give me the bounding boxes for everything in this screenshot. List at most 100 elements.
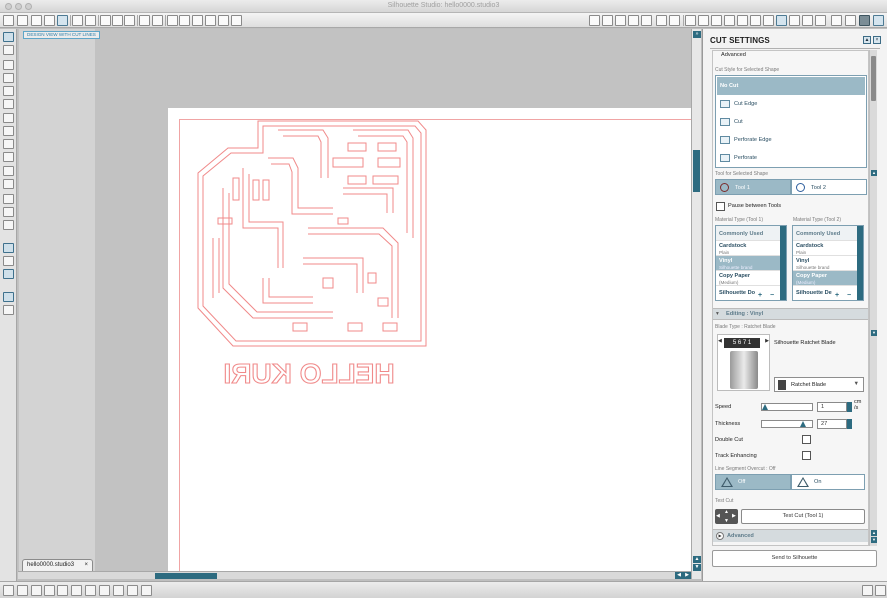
close-tab-icon[interactable]: × xyxy=(84,560,88,571)
speed-slider[interactable] xyxy=(761,403,813,411)
rectangle-tool-icon[interactable] xyxy=(3,73,14,83)
speed-stepper[interactable] xyxy=(847,402,852,412)
double-cut-checkbox[interactable] xyxy=(802,435,811,444)
thickness-slider[interactable] xyxy=(761,420,813,428)
material-list-tool1[interactable]: Commonly Used Cardstock Plain Vinyl Silhou… xyxy=(715,225,787,301)
panel-scroll-up-bottom-icon[interactable]: ▲ xyxy=(871,530,877,536)
sketch-view-icon[interactable] xyxy=(3,256,14,266)
editing-collapse-icon[interactable]: ▾ xyxy=(716,311,719,317)
scroll-up-icon[interactable]: ▲ xyxy=(693,556,701,563)
thickness-stepper[interactable] xyxy=(847,419,852,429)
panel-close-icon[interactable]: × xyxy=(873,36,881,44)
duplicate-icon[interactable] xyxy=(31,585,42,596)
grid-icon[interactable] xyxy=(802,15,813,26)
pause-between-tools-checkbox[interactable] xyxy=(716,202,725,211)
canvas-area[interactable]: DESIGN VIEW WITH CUT LINES HELLO KURI xyxy=(18,29,691,571)
fill-pattern-icon[interactable] xyxy=(615,15,626,26)
dial-right-icon[interactable]: ▶ xyxy=(765,338,769,344)
test-cut-move-pad[interactable]: ▲ ▼ ◀ ▶ xyxy=(715,509,738,524)
collapse-panel-icon[interactable]: » xyxy=(693,31,701,38)
knife-tool-icon[interactable] xyxy=(3,220,14,230)
send-backward-icon[interactable] xyxy=(127,585,138,596)
edit-points-icon[interactable] xyxy=(3,45,14,55)
test-cut-button[interactable]: Test Cut (Tool 1) xyxy=(741,509,865,524)
page-view-icon[interactable] xyxy=(3,292,14,302)
line-color-icon[interactable] xyxy=(628,15,639,26)
remove-material-icon[interactable]: − xyxy=(847,292,851,299)
pcb-design[interactable]: HELLO KURI xyxy=(183,118,433,388)
delete-icon[interactable] xyxy=(44,585,55,596)
cut-icon[interactable] xyxy=(100,15,111,26)
send-to-cutter-icon[interactable] xyxy=(859,15,870,26)
trace-icon[interactable] xyxy=(737,15,748,26)
fill-color-icon[interactable] xyxy=(589,15,600,26)
scroll-right-icon[interactable]: ▶ xyxy=(683,572,691,579)
panel-scroll-up-icon[interactable]: ▲ xyxy=(871,170,877,176)
track-enhancing-checkbox[interactable] xyxy=(802,451,811,460)
editing-bar[interactable]: ▾ Editing : Vinyl xyxy=(713,308,868,320)
polygon-tool-icon[interactable] xyxy=(3,113,14,123)
layers-icon[interactable] xyxy=(815,15,826,26)
nest-icon[interactable] xyxy=(763,15,774,26)
zoom-out-icon[interactable] xyxy=(192,15,203,26)
rounded-rectangle-icon[interactable] xyxy=(3,86,14,96)
overcut-off-button[interactable]: Off xyxy=(715,474,791,490)
panel-scroll-down-bottom-icon[interactable]: ▼ xyxy=(871,537,877,543)
tool2-button[interactable]: Tool 2 xyxy=(791,179,867,195)
drag-zoom-icon[interactable] xyxy=(218,15,229,26)
speed-input[interactable]: 1 xyxy=(817,402,847,412)
material-item-selected[interactable]: Copy Paper (Medium) xyxy=(793,271,859,286)
send-to-silhouette-button[interactable]: Send to Silhouette xyxy=(712,550,877,567)
select-all-icon[interactable] xyxy=(3,585,14,596)
material-item[interactable]: Vinyl Silhouette brand xyxy=(793,256,859,271)
curve-tool-icon[interactable] xyxy=(3,126,14,136)
material-item[interactable]: Cardstock Plain xyxy=(716,241,782,256)
material-list-tool2[interactable]: Commonly Used Cardstock Plain Vinyl Silhou… xyxy=(792,225,864,301)
align-icon[interactable] xyxy=(750,15,761,26)
horizontal-scroll-thumb[interactable] xyxy=(155,573,217,579)
material-item[interactable]: Cardstock Plain xyxy=(793,241,859,256)
library-panel-icon[interactable] xyxy=(831,15,842,26)
text-style-icon[interactable] xyxy=(669,15,680,26)
deselect-icon[interactable] xyxy=(17,585,28,596)
help-icon[interactable] xyxy=(875,585,886,596)
gradient-icon[interactable] xyxy=(602,15,613,26)
copy-icon[interactable] xyxy=(112,15,123,26)
redo-icon[interactable] xyxy=(152,15,163,26)
thickness-input[interactable]: 27 xyxy=(817,419,847,429)
panel-scrollbar[interactable]: ▲ ▼ ▲ ▼ xyxy=(869,50,877,546)
cut-style-no-cut[interactable]: No Cut xyxy=(717,77,865,95)
panel-scroll-down-icon[interactable]: ▼ xyxy=(871,330,877,336)
move-down-icon[interactable]: ▼ xyxy=(724,518,729,524)
open-folder-icon[interactable] xyxy=(17,15,28,26)
material-item-selected[interactable]: Vinyl Silhouette brand xyxy=(716,256,782,271)
panel-expand-icon[interactable]: ▲ xyxy=(863,36,871,44)
new-document-icon[interactable] xyxy=(3,15,14,26)
settings-gear-icon[interactable] xyxy=(862,585,873,596)
move-left-icon[interactable]: ◀ xyxy=(716,513,720,519)
cut-style-cut[interactable]: Cut xyxy=(717,113,865,131)
thickness-slider-knob[interactable] xyxy=(799,421,806,427)
store-icon[interactable] xyxy=(845,15,856,26)
cut-style-perforate-edge[interactable]: Perforate Edge xyxy=(717,131,865,149)
panel-scroll-thumb[interactable] xyxy=(871,56,876,101)
hand-pan-icon[interactable] xyxy=(167,15,178,26)
advanced-expand-icon[interactable]: ▶ xyxy=(716,532,724,540)
line-style-icon[interactable] xyxy=(641,15,652,26)
arc-tool-icon[interactable] xyxy=(3,139,14,149)
remove-material-icon[interactable]: − xyxy=(770,292,774,299)
select-tool-icon[interactable] xyxy=(3,32,14,42)
zoom-select-icon[interactable] xyxy=(205,15,216,26)
fit-to-page-icon[interactable] xyxy=(231,15,242,26)
offset-icon[interactable] xyxy=(724,15,735,26)
ellipse-tool-icon[interactable] xyxy=(3,99,14,109)
ungroup-icon[interactable] xyxy=(71,585,82,596)
blade-dropdown[interactable]: Ratchet Blade ▼ xyxy=(774,377,864,392)
material-list-scrollbar[interactable] xyxy=(857,226,863,300)
make-compound-icon[interactable] xyxy=(85,585,96,596)
save-as-icon[interactable] xyxy=(57,15,68,26)
move-right-icon[interactable]: ▶ xyxy=(732,513,736,519)
overcut-on-button[interactable]: On xyxy=(791,474,865,490)
modify-icon[interactable] xyxy=(711,15,722,26)
document-tab[interactable]: hello0000.studio3 × xyxy=(22,559,93,571)
